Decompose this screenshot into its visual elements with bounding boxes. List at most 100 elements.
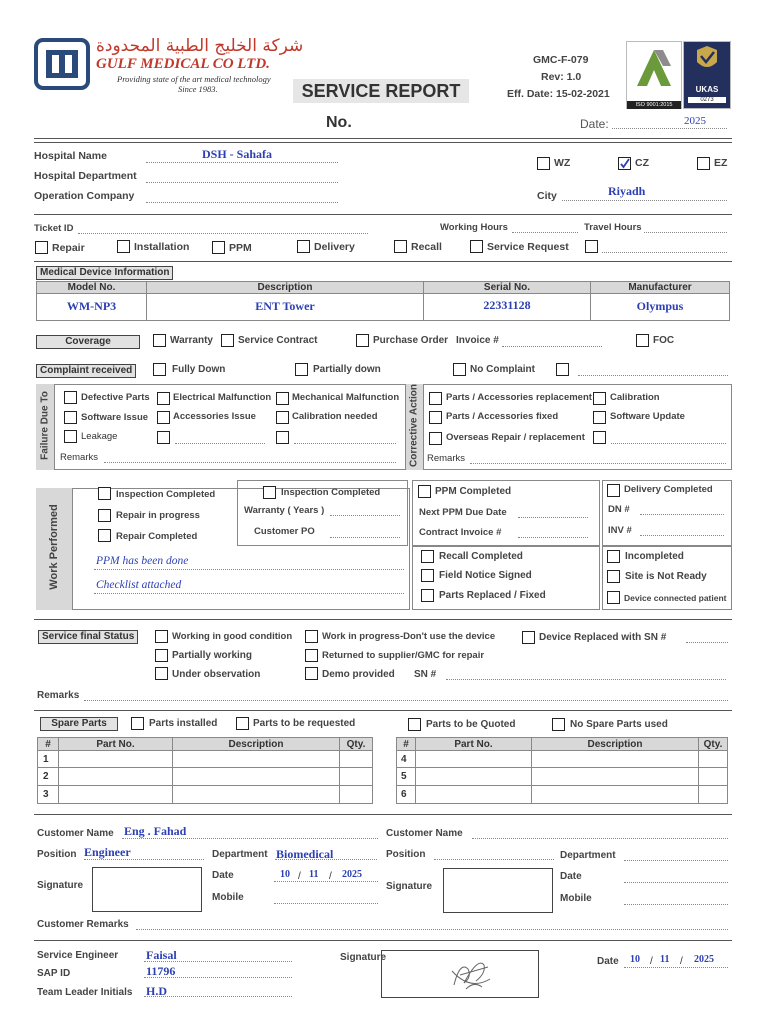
software-issue-checkbox[interactable] — [64, 411, 77, 424]
cz-checkbox[interactable] — [618, 157, 631, 170]
under-observation-checkbox[interactable] — [155, 667, 168, 680]
service-request-checkbox[interactable] — [470, 240, 483, 253]
spare-part-cell[interactable] — [415, 750, 532, 768]
customer-date-day[interactable]: 10 — [280, 869, 290, 880]
parts-replacement-checkbox[interactable] — [429, 392, 442, 405]
good-condition-checkbox[interactable] — [155, 630, 168, 643]
ez-checkbox[interactable] — [697, 157, 710, 170]
spare-part-cell[interactable] — [415, 785, 532, 804]
spare-qty-cell[interactable] — [339, 750, 373, 768]
purchase-order-checkbox[interactable] — [356, 334, 369, 347]
ppm-checkbox[interactable] — [212, 241, 225, 254]
calibration-checkbox[interactable] — [593, 392, 606, 405]
accessories-issue-checkbox[interactable] — [157, 411, 170, 424]
spare-part-cell[interactable] — [58, 785, 173, 804]
under-observation-label: Under observation — [172, 669, 261, 680]
warranty-checkbox[interactable] — [153, 334, 166, 347]
returned-to-supplier-checkbox[interactable] — [305, 649, 318, 662]
customer-date-year[interactable]: 2025 — [342, 869, 362, 880]
device-manufacturer-value[interactable]: Olympus — [590, 293, 730, 321]
repair-in-progress-checkbox[interactable] — [98, 509, 111, 522]
engineer-signature-box[interactable] — [381, 950, 539, 998]
customer-signature-box[interactable] — [92, 867, 202, 912]
spare-part-cell[interactable] — [58, 750, 173, 768]
parts-installed-checkbox[interactable] — [131, 717, 144, 730]
spare-desc-cell[interactable] — [172, 750, 340, 768]
work-in-progress-checkbox[interactable] — [305, 630, 318, 643]
spare-qty-cell[interactable] — [698, 750, 728, 768]
field-notice-checkbox[interactable] — [421, 569, 434, 582]
customer-date-month[interactable]: 11 — [309, 869, 318, 880]
device-connected-checkbox[interactable] — [607, 591, 620, 604]
device-replaced-checkbox[interactable] — [522, 631, 535, 644]
fully-down-checkbox[interactable] — [153, 363, 166, 376]
spare-desc-cell[interactable] — [531, 785, 699, 804]
foc-checkbox[interactable] — [636, 334, 649, 347]
parts-fixed-checkbox[interactable] — [429, 411, 442, 424]
customer-position-value[interactable]: Engineer — [84, 845, 131, 860]
installation-checkbox[interactable] — [117, 240, 130, 253]
spare-desc-cell[interactable] — [531, 767, 699, 786]
partially-working-checkbox[interactable] — [155, 649, 168, 662]
overseas-repair-checkbox[interactable] — [429, 432, 442, 445]
spare-qty-cell[interactable] — [698, 785, 728, 804]
demo-provided-checkbox[interactable] — [305, 667, 318, 680]
recall-checkbox[interactable] — [394, 240, 407, 253]
leakage-checkbox[interactable] — [64, 430, 77, 443]
failure-other-checkbox-3[interactable] — [276, 431, 289, 444]
spare-part-cell[interactable] — [58, 767, 173, 786]
engineer-date-day[interactable]: 10 — [630, 954, 640, 965]
incompleted-checkbox[interactable] — [607, 550, 620, 563]
ppm-completed-checkbox[interactable] — [418, 485, 431, 498]
failure-other-checkbox-2[interactable] — [157, 431, 170, 444]
spare-left-row-3: 3 — [37, 785, 59, 804]
corrective-other-checkbox[interactable] — [593, 431, 606, 444]
delivery-completed-checkbox[interactable] — [607, 484, 620, 497]
spare-part-cell[interactable] — [415, 767, 532, 786]
repair-completed-checkbox[interactable] — [98, 529, 111, 542]
device-serial-value[interactable]: 22331128 — [423, 293, 591, 321]
spare-qty-cell[interactable] — [339, 767, 373, 786]
site-not-ready-checkbox[interactable] — [607, 570, 620, 583]
calibration-needed-checkbox[interactable] — [276, 411, 289, 424]
spare-desc-cell[interactable] — [172, 767, 340, 786]
hospital-name-value[interactable]: DSH - Sahafa — [202, 147, 272, 162]
other-type-checkbox[interactable] — [585, 240, 598, 253]
recall-label: Recall — [411, 241, 442, 253]
form-code: GMC-F-079 — [533, 54, 589, 66]
partially-down-checkbox[interactable] — [295, 363, 308, 376]
spare-qty-cell[interactable] — [339, 785, 373, 804]
parts-replaced-checkbox[interactable] — [421, 589, 434, 602]
repair-checkbox[interactable] — [35, 241, 48, 254]
delivery-completed-label: Delivery Completed — [624, 484, 713, 495]
recall-completed-checkbox[interactable] — [421, 550, 434, 563]
defective-parts-checkbox[interactable] — [64, 391, 77, 404]
device-description-value[interactable]: ENT Tower — [146, 293, 424, 321]
device-model-value[interactable]: WM-NP3 — [36, 293, 147, 321]
other-complaint-checkbox[interactable] — [556, 363, 569, 376]
work-note-ppm[interactable]: PPM has been done — [96, 555, 188, 567]
engineer-date-year[interactable]: 2025 — [694, 954, 714, 965]
engineer-date-month[interactable]: 11 — [660, 954, 669, 965]
service-contract-checkbox[interactable] — [221, 334, 234, 347]
no-spare-parts-checkbox[interactable] — [552, 718, 565, 731]
spare-desc-cell[interactable] — [172, 785, 340, 804]
city-value[interactable]: Riyadh — [608, 184, 645, 199]
inspection-completed-checkbox-2[interactable] — [263, 486, 276, 499]
no-complaint-checkbox[interactable] — [453, 363, 466, 376]
spare-desc-cell[interactable] — [531, 750, 699, 768]
parts-to-be-requested-checkbox[interactable] — [236, 717, 249, 730]
date-label: Date: — [580, 117, 609, 131]
work-note-checklist[interactable]: Checklist attached — [96, 579, 181, 591]
software-update-checkbox[interactable] — [593, 411, 606, 424]
inspection-completed-checkbox-1[interactable] — [98, 487, 111, 500]
parts-to-be-quoted-label: Parts to be Quoted — [426, 719, 516, 730]
parts-to-be-quoted-checkbox[interactable] — [408, 718, 421, 731]
spare-qty-cell[interactable] — [698, 767, 728, 786]
delivery-checkbox[interactable] — [297, 240, 310, 253]
customer-name-value[interactable]: Eng . Fahad — [124, 824, 186, 839]
electrical-malfunction-checkbox[interactable] — [157, 392, 170, 405]
customer-signature-box-2[interactable] — [443, 868, 553, 913]
wz-checkbox[interactable] — [537, 157, 550, 170]
mechanical-malfunction-checkbox[interactable] — [276, 392, 289, 405]
